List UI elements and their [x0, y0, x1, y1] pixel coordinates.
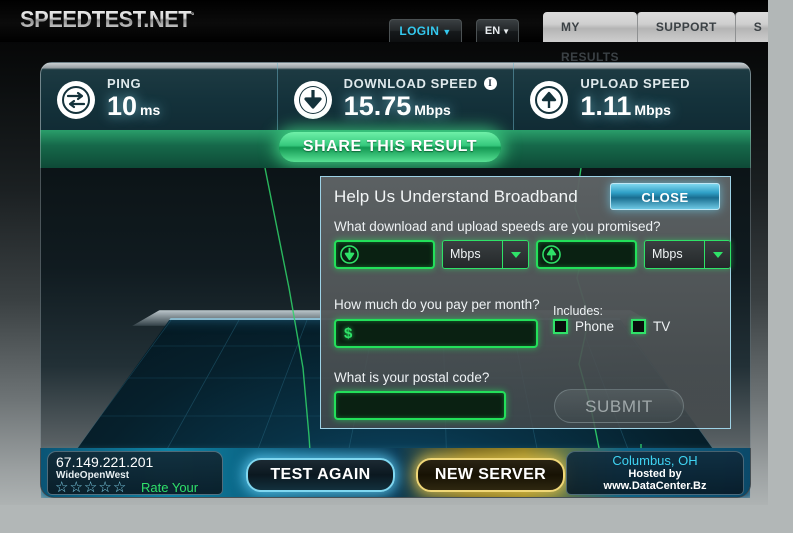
upload-value-number: 1.11 — [580, 90, 632, 121]
ip-isp-card: 67.149.221.201 WideOpenWest ☆ ☆ ☆ ☆ ☆ Ra… — [47, 451, 223, 497]
star-icon[interactable]: ☆ — [113, 480, 126, 495]
monthly-price-field[interactable]: $ — [334, 319, 538, 348]
share-bar: SHARE THIS RESULT — [40, 130, 751, 168]
currency-symbol: $ — [344, 325, 353, 342]
tv-checkbox[interactable] — [631, 319, 646, 334]
phone-checkbox[interactable] — [553, 319, 568, 334]
chevron-down-icon[interactable] — [704, 241, 730, 268]
metric-download-label: DOWNLOAD SPEED i — [344, 76, 497, 91]
metric-ping: PING 10 ms — [41, 63, 277, 130]
includes-phone-row[interactable]: Phone — [553, 319, 614, 334]
question-postal-label: What is your postal code? — [334, 370, 490, 385]
bottom-bar: 67.149.221.201 WideOpenWest ☆ ☆ ☆ ☆ ☆ Ra… — [40, 448, 751, 498]
upload-unit-select[interactable]: Mbps — [644, 240, 731, 269]
promised-upload-field[interactable] — [536, 240, 637, 269]
server-city: Columbus, OH — [612, 453, 698, 468]
rate-your-isp-link[interactable]: Rate Your ISP — [141, 480, 222, 497]
metric-download-value: 15.75 Mbps — [344, 92, 497, 124]
question-price-label: How much do you pay per month? — [334, 297, 540, 312]
metric-upload-value: 1.11 Mbps — [580, 92, 690, 124]
survey-title: Help Us Understand Broadband — [334, 187, 578, 206]
metric-download-text: DOWNLOAD SPEED i 15.75 Mbps — [344, 76, 497, 124]
server-host-url[interactable]: www.DataCenter.Bz — [567, 480, 743, 492]
ip-address: 67.149.221.201 — [56, 454, 154, 470]
upload-arrow-icon — [542, 245, 561, 264]
tab-my-results[interactable]: MY RESULTS — [543, 12, 637, 64]
metric-upload-label: UPLOAD SPEED — [580, 76, 690, 91]
login-button[interactable]: LOGIN ▼ — [389, 19, 462, 42]
metric-upload: UPLOAD SPEED 1.11 Mbps — [513, 63, 750, 130]
chevron-down-icon: ▼ — [442, 27, 452, 37]
download-unit-select[interactable]: Mbps — [442, 240, 529, 269]
postal-code-field[interactable] — [334, 391, 506, 420]
server-hosted-by-label: Hosted by — [628, 468, 682, 480]
metric-ping-value: 10 ms — [107, 92, 160, 124]
metric-download: DOWNLOAD SPEED i 15.75 Mbps — [276, 63, 514, 130]
logo-trademark: ° — [191, 10, 195, 21]
close-button[interactable]: CLOSE — [610, 183, 720, 210]
test-again-button[interactable]: TEST AGAIN — [246, 458, 395, 492]
nav-tabs: MY RESULTS SUPPORT S — [543, 12, 768, 64]
tab-settings-partial[interactable]: S — [734, 12, 768, 42]
isp-rating-stars[interactable]: ☆ ☆ ☆ ☆ ☆ — [55, 480, 126, 495]
metric-upload-text: UPLOAD SPEED 1.11 Mbps — [580, 76, 690, 124]
top-bar: SPEEDTEST.NET° LOGIN ▼ EN ▼ MY RESULTS SUP… — [0, 0, 768, 64]
metric-ping-text: PING 10 ms — [107, 76, 160, 124]
upload-arrow-icon — [530, 80, 569, 119]
download-arrow-icon — [340, 245, 359, 264]
site-logo[interactable]: SPEEDTEST.NET° — [20, 6, 194, 33]
page-right-gutter — [768, 0, 793, 533]
star-icon[interactable]: ☆ — [69, 480, 82, 495]
ping-icon — [57, 80, 95, 119]
download-label-text: DOWNLOAD SPEED — [343, 75, 478, 91]
phone-checkbox-label: Phone — [575, 319, 615, 334]
ping-value-number: 10 — [107, 90, 138, 121]
download-arrow-icon — [293, 80, 332, 119]
upload-value-unit: Mbps — [634, 101, 671, 118]
upload-unit-value: Mbps — [645, 241, 704, 268]
download-value-unit: Mbps — [414, 101, 451, 118]
share-this-result-button[interactable]: SHARE THIS RESULT — [279, 132, 501, 162]
app-shell: SPEEDTEST.NET° LOGIN ▼ EN ▼ MY RESULTS SUP… — [0, 0, 768, 505]
ping-label-text: PING — [107, 75, 142, 91]
star-icon[interactable]: ☆ — [84, 480, 97, 495]
info-icon[interactable]: i — [483, 76, 497, 90]
language-label: EN — [484, 25, 501, 37]
new-server-button[interactable]: NEW SERVER — [416, 458, 565, 492]
chevron-down-icon[interactable] — [502, 241, 528, 268]
speedtest-result-page: SPEEDTEST.NET° LOGIN ▼ EN ▼ MY RESULTS SUP… — [0, 0, 793, 533]
logo-text: SPEEDTEST.NET — [20, 6, 192, 32]
ping-value-unit: ms — [140, 101, 161, 118]
submit-button[interactable]: SUBMIT — [554, 389, 684, 423]
download-value-number: 15.75 — [343, 90, 412, 121]
tab-support[interactable]: SUPPORT — [636, 12, 735, 42]
monthly-price-input[interactable] — [336, 321, 536, 346]
language-selector[interactable]: EN ▼ — [476, 19, 519, 42]
download-unit-value: Mbps — [443, 241, 502, 268]
question-speeds-label: What download and upload speeds are you … — [334, 219, 661, 234]
broadband-survey-panel: Help Us Understand Broadband CLOSE What … — [320, 176, 731, 429]
results-panel: PING 10 ms DOWNLOAD SPEED I 15.75 Mbps U… — [40, 62, 751, 130]
server-info-card: Columbus, OH Hosted by www.DataCenter.Bz — [566, 451, 744, 495]
login-label: LOGIN — [399, 24, 440, 38]
includes-tv-row[interactable]: TV — [631, 319, 670, 334]
star-icon[interactable]: ☆ — [55, 480, 68, 495]
chevron-down-icon: ▼ — [502, 27, 511, 36]
tv-checkbox-label: TV — [653, 319, 671, 334]
upload-label-text: UPLOAD SPEED — [580, 75, 691, 91]
includes-label: Includes: — [553, 304, 604, 318]
star-icon[interactable]: ☆ — [98, 480, 111, 495]
metric-ping-label: PING — [107, 76, 160, 91]
postal-code-input[interactable] — [336, 393, 504, 418]
promised-download-field[interactable] — [334, 240, 435, 269]
